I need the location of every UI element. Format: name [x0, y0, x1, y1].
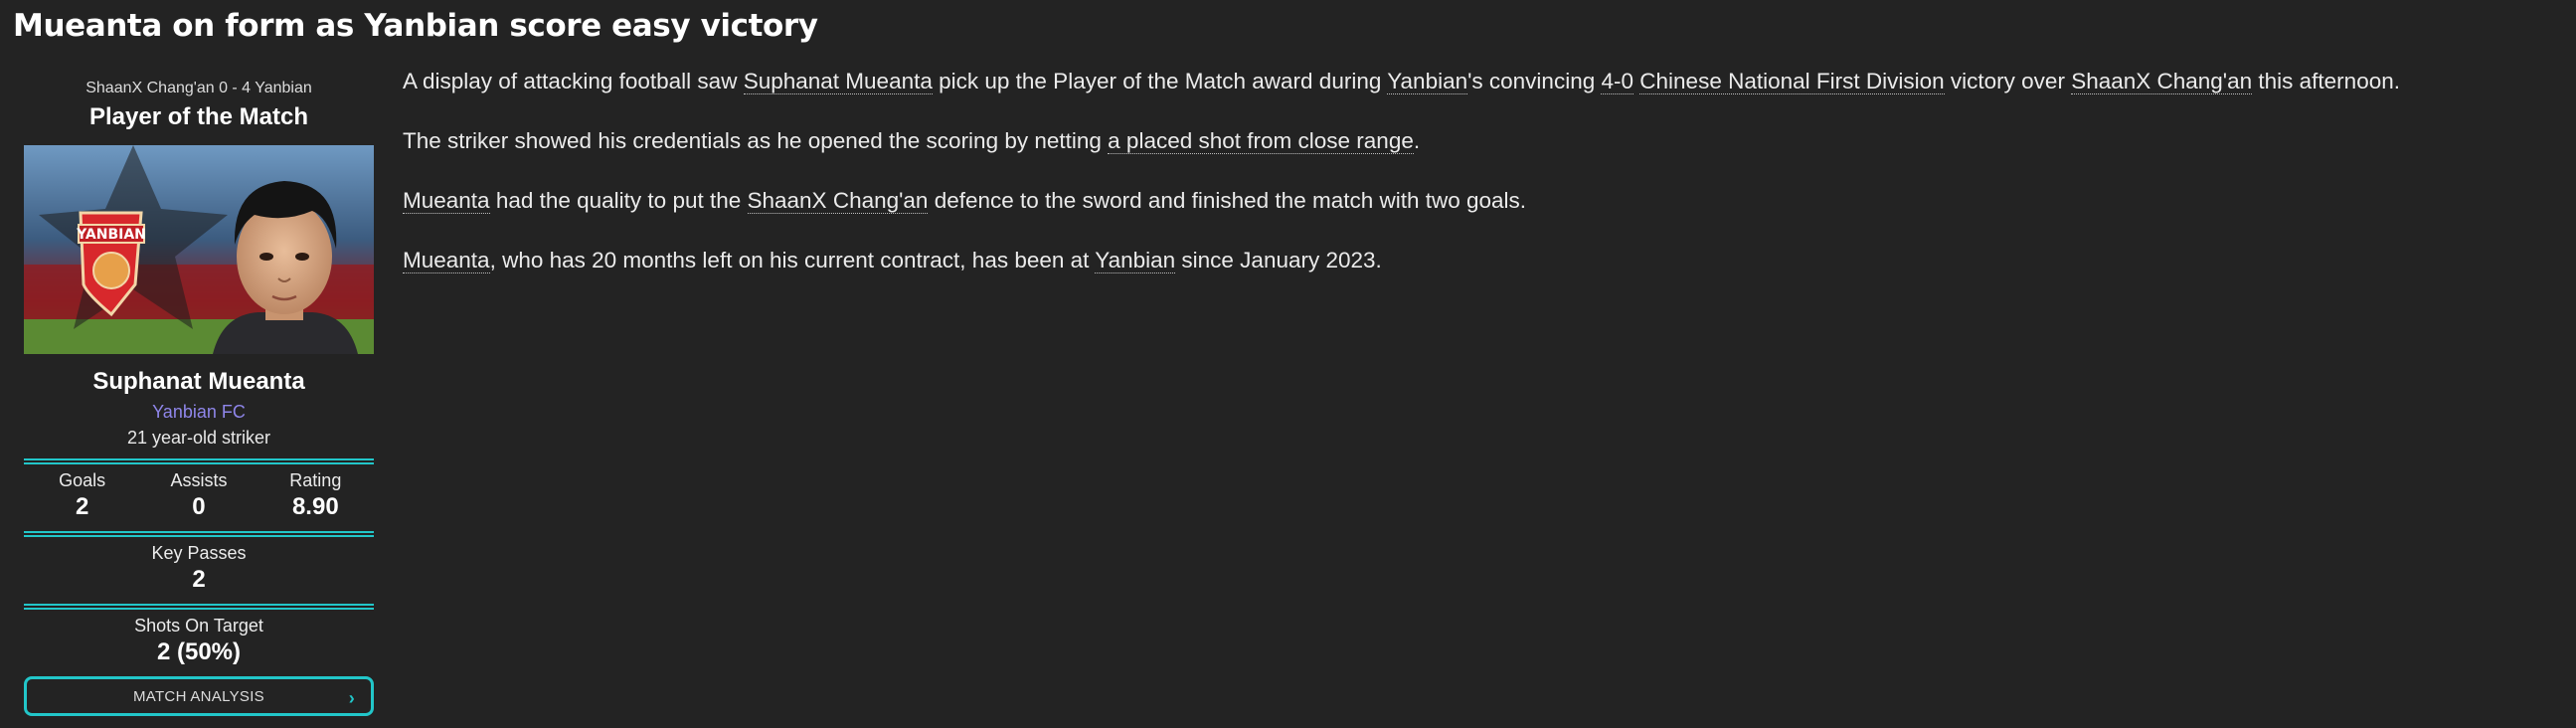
article-paragraph: Mueanta, who has 20 months left on his c… [403, 247, 2560, 274]
club-link[interactable]: Yanbian FC [24, 402, 374, 423]
article-text: A display of attacking football saw [403, 69, 744, 93]
stat-value: 2 (50%) [156, 638, 242, 665]
player-link[interactable]: Mueanta [403, 248, 490, 273]
stat-value: 0 [192, 493, 206, 520]
article-text: had the quality to put the [489, 188, 748, 213]
stat-value: 2 [192, 566, 206, 593]
stat-label: Key Passes [151, 543, 247, 563]
stat-label: Goals [59, 470, 106, 490]
goal-highlight-link[interactable]: a placed shot from close range [1108, 128, 1414, 154]
article-text: , who has 20 months left on his current … [489, 248, 1096, 273]
article-text: this afternoon. [2252, 69, 2400, 93]
stat-label: Shots On Target [134, 616, 263, 636]
article-text: pick up the Player of the Match award du… [932, 69, 1388, 93]
club-link[interactable]: Yanbian [1095, 248, 1176, 273]
stat-rating: Rating 8.90 [258, 470, 373, 521]
article-text: victory over [1944, 69, 2072, 93]
club-link[interactable]: Yanbian [1387, 69, 1468, 94]
match-analysis-button[interactable]: MATCH ANALYSIS › [24, 676, 374, 716]
match-result-link[interactable]: 4-0 [1601, 69, 1634, 94]
player-description: 21 year-old striker [126, 428, 271, 448]
article-text: . [1413, 128, 1421, 153]
match-analysis-label: MATCH ANALYSIS [132, 687, 264, 705]
stat-goals: Goals 2 [25, 470, 140, 521]
player-link[interactable]: Mueanta [403, 188, 490, 214]
potm-title: Player of the Match [88, 103, 309, 130]
article-paragraph: A display of attacking football saw Suph… [403, 68, 2560, 95]
player-of-the-match-panel: ShaanX Chang'an 0 - 4 Yanbian Player of … [24, 76, 374, 716]
match-score: ShaanX Chang'an 0 - 4 Yanbian [86, 80, 312, 96]
stat-value: 8.90 [291, 493, 339, 520]
article-text: 's convincing [1467, 69, 1602, 93]
headline: Mueanta on form as Yanbian score easy vi… [13, 8, 818, 44]
crest-text: YANBIAN [76, 227, 146, 243]
stat-value: 2 [75, 493, 89, 520]
competition-link[interactable]: Chinese National First Division [1639, 69, 1945, 94]
opponent-club-link[interactable]: ShaanX Chang'an [2071, 69, 2253, 94]
chevron-right-icon: › [348, 688, 355, 708]
match-report-article: A display of attacking football saw Suph… [403, 68, 2560, 306]
article-paragraph: Mueanta had the quality to put the Shaan… [403, 187, 2560, 215]
stat-key-passes: Key Passes 2 [24, 537, 374, 594]
player-name: Suphanat Mueanta [92, 368, 305, 395]
article-paragraph: The striker showed his credentials as he… [403, 127, 2560, 155]
opponent-club-link[interactable]: ShaanX Chang'an [747, 188, 929, 214]
player-photo: YANBIAN [24, 145, 374, 354]
article-text: The striker showed his credentials as he… [403, 128, 1109, 153]
stat-assists: Assists 0 [141, 470, 257, 521]
player-link[interactable]: Suphanat Mueanta [743, 69, 933, 94]
article-text: defence to the sword and finished the ma… [928, 188, 1527, 213]
stats-row: Goals 2 Assists 0 Rating 8.90 [24, 464, 374, 521]
stat-shots-on-target: Shots On Target 2 (50%) [24, 610, 374, 666]
article-text: since January 2023. [1175, 248, 1382, 273]
stat-label: Rating [289, 470, 342, 490]
player-photo-image: YANBIAN [24, 145, 374, 354]
stat-label: Assists [170, 470, 228, 490]
